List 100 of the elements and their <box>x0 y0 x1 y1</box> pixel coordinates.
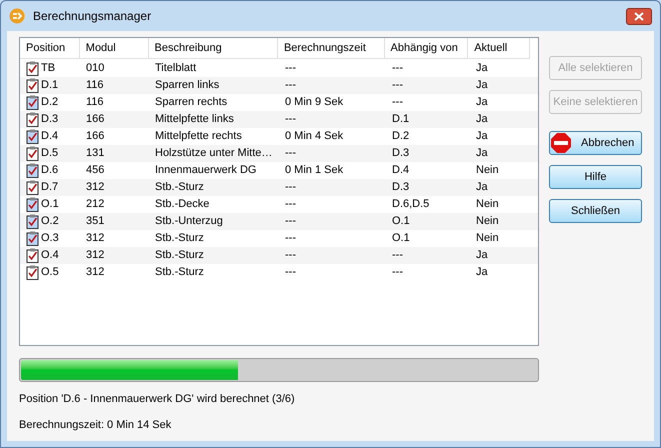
position-cell-text: TB <box>41 61 56 76</box>
clipboard-check-icon[interactable] <box>26 231 39 246</box>
clipboard-check-icon[interactable] <box>26 95 39 110</box>
table-cell-text: D.2 <box>391 129 410 144</box>
table-cell-text: Ja <box>475 95 489 110</box>
table-cell-text: --- <box>391 61 404 76</box>
table-cell-text: D.4 <box>391 163 410 178</box>
position-cell-text: O.1 <box>41 197 59 212</box>
position-cell-text: O.3 <box>41 231 59 246</box>
table-cell-text: 116 <box>85 95 105 110</box>
table-cell-text: 351 <box>85 214 106 230</box>
table-cell-text: 456 <box>85 163 106 178</box>
column-header[interactable]: Abhängig von <box>384 38 468 58</box>
position-cell-text: D.2 <box>41 95 58 110</box>
table-cell-text: Mittelpfette links <box>154 112 235 128</box>
table-cell-text: D.6,D.5 <box>391 197 430 212</box>
button[interactable]: Schließen <box>549 199 642 223</box>
stop-sign-icon <box>551 133 571 153</box>
table-cell-text: --- <box>284 112 297 128</box>
table-cell-text: Nein <box>475 214 500 230</box>
table-cell-text: --- <box>391 78 404 94</box>
clipboard-check-icon[interactable] <box>26 214 39 229</box>
table-cell-text: 312 <box>85 180 106 196</box>
table-cell-text: --- <box>284 78 297 94</box>
table-cell-text: 0 Min 4 Sek <box>284 129 344 144</box>
table-cell-text: 166 <box>85 129 106 144</box>
column-header[interactable]: Beschreibung <box>148 38 278 58</box>
table-cell-text: Nein <box>475 231 500 246</box>
table-cell-text: Ja <box>475 112 489 128</box>
position-cell-text: O.4 <box>41 248 59 264</box>
table-cell-text: Ja <box>475 61 489 76</box>
table-cell-text: --- <box>391 95 404 110</box>
table-cell-text: Stb.-Sturz <box>154 248 205 264</box>
table-cell-text: 0 Min 9 Sek <box>284 95 344 110</box>
app-logo-icon <box>9 8 25 24</box>
clipboard-check-icon[interactable] <box>26 112 39 127</box>
table-cell-text: O.1 <box>391 231 411 246</box>
table-cell-text: 312 <box>85 265 106 280</box>
table-cell-text: --- <box>284 197 297 212</box>
position-cell-text: D.5 <box>41 146 58 162</box>
table-cell-text: Ja <box>475 78 489 94</box>
table-cell-text: 010 <box>85 61 106 76</box>
table-cell-text: Nein <box>475 197 500 212</box>
clipboard-check-icon[interactable] <box>26 163 39 178</box>
close-button[interactable] <box>626 8 652 24</box>
clipboard-check-icon[interactable] <box>26 129 39 144</box>
clipboard-check-icon[interactable] <box>26 180 39 195</box>
table-cell-text: 212 <box>85 197 106 212</box>
table-cell-text: Stb.-Sturz <box>154 231 205 246</box>
table-cell-text: Ja <box>475 248 489 264</box>
table-cell-text: Mittelpfette rechts <box>154 129 243 144</box>
table-cell-text: Ja <box>475 146 489 162</box>
table-cell-text: 312 <box>85 231 106 246</box>
table-cell-text: --- <box>391 248 404 264</box>
table-cell-text: Stb.-Sturz <box>154 265 205 280</box>
table-cell-text: D.1 <box>391 112 410 128</box>
table-cell-text: 166 <box>85 112 106 128</box>
button[interactable]: Abbrechen <box>549 131 642 155</box>
clipboard-check-icon[interactable] <box>26 146 39 161</box>
close-icon <box>634 12 644 20</box>
table-cell-text: 312 <box>85 248 106 264</box>
table-cell-text: 116 <box>85 78 105 94</box>
table-cell-text: D.3 <box>391 146 410 162</box>
table-cell-text: --- <box>284 180 297 196</box>
table-cell-text: Nein <box>475 163 500 178</box>
table-cell-text: 131 <box>85 146 106 162</box>
table-cell-text: Ja <box>475 180 489 196</box>
clipboard-check-icon[interactable] <box>26 265 39 280</box>
clipboard-check-icon[interactable] <box>26 61 39 76</box>
position-cell-text: D.4 <box>41 129 58 144</box>
window-title: Berechnungsmanager <box>33 8 152 25</box>
position-cell-text: D.7 <box>41 180 58 196</box>
table-cell-text: --- <box>284 231 297 246</box>
table-cell-text: Stb.-Sturz <box>154 180 205 196</box>
table-cell-text: Holzstütze unter Mitte… <box>154 146 274 162</box>
table-cell-text: D.3 <box>391 180 410 196</box>
table-cell-text: Innenmauerwerk DG <box>154 163 258 178</box>
table-cell-text: Titelblatt <box>154 61 198 76</box>
table-cell-text: Ja <box>475 129 489 144</box>
clipboard-check-icon[interactable] <box>26 197 39 212</box>
table-cell-text: --- <box>284 146 297 162</box>
position-cell-text: O.2 <box>41 214 59 230</box>
table-cell-text: O.1 <box>391 214 411 230</box>
clipboard-check-icon[interactable] <box>26 78 39 93</box>
table-cell-text: --- <box>391 265 404 280</box>
table-cell-text: --- <box>284 61 297 76</box>
table-cell-text: --- <box>284 248 297 264</box>
calculation-time-text: Berechnungszeit: 0 Min 14 Sek <box>19 418 172 432</box>
table-cell-text: Stb.-Decke <box>154 197 210 212</box>
position-cell-text: D.3 <box>41 112 58 128</box>
table-cell-text: 0 Min 1 Sek <box>284 163 344 178</box>
position-cell-text: D.1 <box>41 78 58 94</box>
position-cell-text: D.6 <box>41 163 58 178</box>
table-cell-text: Ja <box>475 265 489 280</box>
position-cell-text: O.5 <box>41 265 59 280</box>
status-text: Position 'D.6 - Innenmauerwerk DG' wird berechnet (3/6) <box>19 392 296 407</box>
table-cell-text: Sparren links <box>154 78 220 94</box>
button[interactable]: Hilfe <box>549 165 642 189</box>
clipboard-check-icon[interactable] <box>26 248 39 263</box>
table-cell-text: Sparren rechts <box>154 95 228 110</box>
